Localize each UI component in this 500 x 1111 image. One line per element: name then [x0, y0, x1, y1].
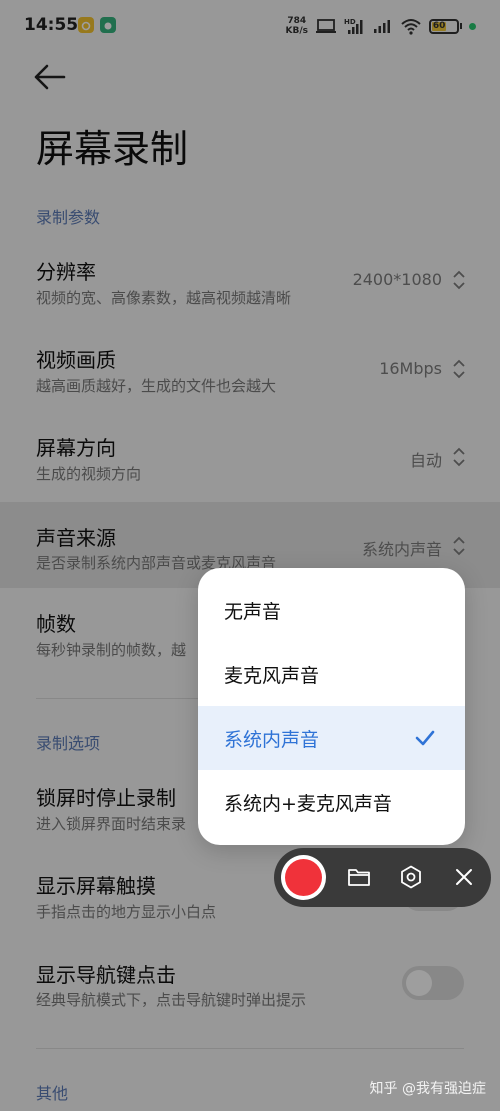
option-microphone-sound[interactable]: 麦克风声音	[198, 642, 465, 706]
option-no-sound[interactable]: 无声音	[198, 578, 465, 642]
option-system-and-microphone-sound[interactable]: 系统内+麦克风声音	[198, 770, 465, 834]
settings-icon[interactable]	[398, 864, 424, 890]
sound-source-dropdown: 无声音 麦克风声音 系统内声音 系统内+麦克风声音	[198, 568, 465, 845]
close-icon[interactable]	[451, 864, 477, 890]
record-icon	[285, 859, 322, 896]
floating-record-toolbar	[274, 848, 491, 907]
option-label: 无声音	[224, 600, 282, 623]
watermark: 知乎 @我有强迫症	[369, 1081, 486, 1097]
option-label: 系统内声音	[224, 728, 320, 751]
record-button[interactable]	[281, 855, 326, 900]
option-system-sound[interactable]: 系统内声音	[198, 706, 465, 770]
folder-icon[interactable]	[346, 864, 372, 890]
option-label: 麦克风声音	[224, 664, 320, 687]
checkmark-icon	[415, 730, 435, 746]
modal-scrim[interactable]	[0, 0, 500, 1111]
option-label: 系统内+麦克风声音	[224, 792, 392, 815]
